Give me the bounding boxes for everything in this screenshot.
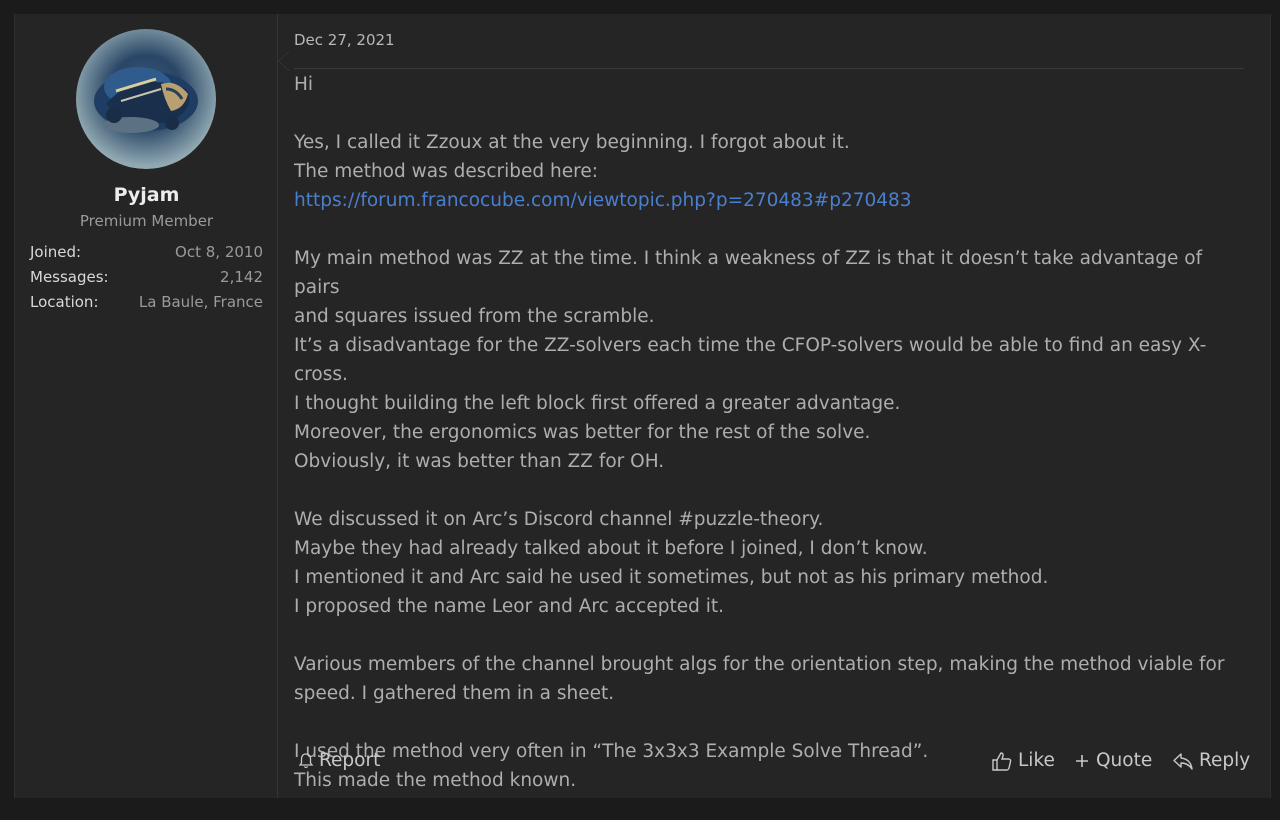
body-line: I proposed the name Leor and Arc accepte…	[294, 596, 724, 617]
body-line: Yes, I called it Zzoux at the very begin…	[294, 132, 850, 153]
body-line: Obviously, it was better than ZZ for OH.	[294, 451, 665, 472]
external-link[interactable]: https://forum.francocube.com/viewtopic.p…	[294, 190, 912, 211]
body-line: It’s a disadvantage for the ZZ-solvers e…	[294, 335, 1207, 385]
user-stats: Joined: Oct 8, 2010 Messages: 2,142 Loca…	[30, 240, 263, 315]
user-title: Premium Member	[79, 212, 214, 230]
user-info-panel: Pyjam Premium Member Joined: Oct 8, 2010…	[15, 14, 278, 798]
like-button[interactable]: Like	[991, 750, 1055, 771]
post-date[interactable]: Dec 27, 2021	[294, 31, 395, 49]
stat-row-messages: Messages: 2,142	[30, 265, 263, 290]
user-avatar[interactable]	[76, 29, 216, 169]
stat-value[interactable]: 2,142	[220, 265, 263, 290]
stat-row-location: Location: La Baule, France	[30, 290, 263, 315]
post-main: Dec 27, 2021 Hi Yes, I called it Zzoux a…	[294, 14, 1250, 798]
reply-button[interactable]: Reply	[1172, 750, 1250, 771]
reply-label: Reply	[1199, 750, 1251, 771]
stat-label: Messages:	[30, 268, 109, 286]
body-line: I mentioned it and Arc said he used it s…	[294, 567, 1049, 588]
report-label: Report	[319, 750, 381, 771]
body-line: I thought building the left block first …	[294, 393, 901, 414]
quote-label: Quote	[1096, 750, 1153, 771]
stat-value: Oct 8, 2010	[175, 243, 263, 261]
body-line: and squares issued from the scramble.	[294, 306, 655, 327]
body-line: The method was described here:	[294, 161, 598, 182]
body-line: Various members of the channel brought a…	[294, 654, 1225, 675]
avatar-image	[94, 67, 198, 133]
forum-post: Pyjam Premium Member Joined: Oct 8, 2010…	[14, 14, 1271, 798]
post-actions: Report Like Quote Reply	[294, 750, 1250, 780]
post-body: Hi Yes, I called it Zzoux at the very be…	[294, 70, 1244, 795]
bell-icon	[298, 752, 314, 768]
body-line: Maybe they had already talked about it b…	[294, 538, 928, 559]
stat-value[interactable]: La Baule, France	[139, 290, 263, 315]
quote-button[interactable]: Quote	[1073, 750, 1152, 771]
reply-icon	[1173, 752, 1193, 770]
body-line: speed. I gathered them in a sheet.	[294, 683, 615, 704]
thumbs-up-icon	[992, 751, 1012, 771]
message-arrow	[278, 51, 289, 71]
divider	[294, 68, 1244, 69]
username[interactable]: Pyjam	[15, 184, 278, 206]
stat-label: Joined:	[30, 243, 82, 261]
body-line: Hi	[294, 74, 314, 95]
like-label: Like	[1018, 750, 1055, 771]
report-button[interactable]: Report	[298, 750, 380, 771]
body-line: Moreover, the ergonomics was better for …	[294, 422, 871, 443]
plus-icon	[1076, 754, 1088, 767]
body-line: We discussed it on Arc’s Discord channel…	[294, 509, 824, 530]
stat-row-joined: Joined: Oct 8, 2010	[30, 240, 263, 265]
body-line: My main method was ZZ at the time. I thi…	[294, 248, 1203, 298]
stat-label: Location:	[30, 293, 99, 311]
